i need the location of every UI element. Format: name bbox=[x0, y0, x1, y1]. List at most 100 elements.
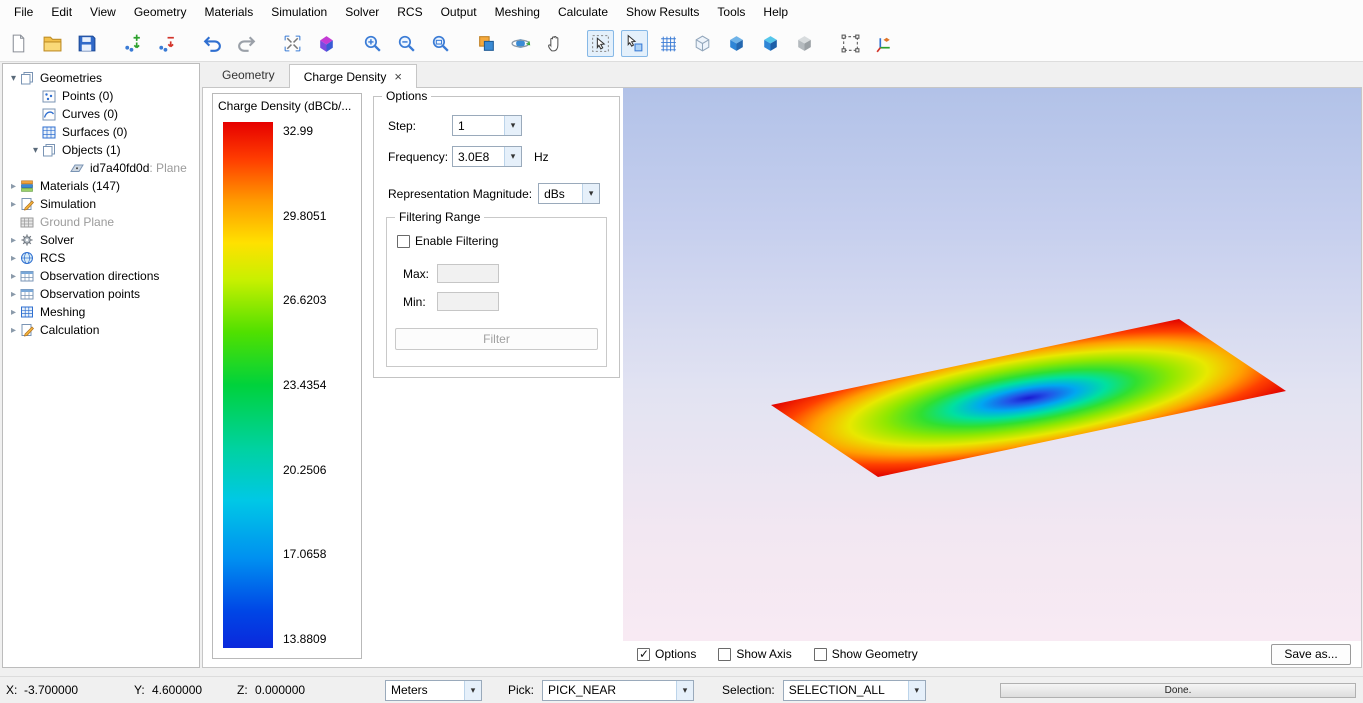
select-objects-icon[interactable] bbox=[621, 30, 648, 57]
open-folder-icon[interactable] bbox=[39, 30, 66, 57]
selection-select[interactable]: SELECTION_ALL bbox=[783, 680, 926, 701]
enable-filtering-checkbox[interactable]: Enable Filtering bbox=[397, 234, 498, 248]
flat-cube-icon[interactable] bbox=[791, 30, 818, 57]
chevron-down-icon bbox=[504, 116, 521, 135]
show-geometry-checkbox[interactable]: Show Geometry bbox=[814, 647, 918, 661]
tree-label: Geometries bbox=[40, 69, 102, 87]
3d-viewport[interactable] bbox=[623, 88, 1361, 641]
chevron-collapsed-icon[interactable] bbox=[7, 325, 20, 336]
chevron-collapsed-icon[interactable] bbox=[7, 289, 20, 300]
tree-item-geometries[interactable]: Geometries bbox=[3, 69, 199, 87]
chevron-expanded-icon[interactable] bbox=[29, 145, 42, 156]
tab-charge-density[interactable]: Charge Density × bbox=[289, 64, 417, 88]
orbit-icon[interactable] bbox=[507, 30, 534, 57]
menu-calculate[interactable]: Calculate bbox=[549, 0, 617, 25]
menu-file[interactable]: File bbox=[5, 0, 42, 25]
pick-value: PICK_NEAR bbox=[543, 683, 676, 697]
filter-button: Filter bbox=[395, 328, 598, 350]
save-as-button[interactable]: Save as... bbox=[1271, 644, 1351, 665]
selection-box-icon[interactable] bbox=[837, 30, 864, 57]
tab-geometry[interactable]: Geometry bbox=[208, 63, 289, 87]
tree-label: Meshing bbox=[40, 303, 85, 321]
surfaces-icon bbox=[42, 125, 58, 139]
menu-materials[interactable]: Materials bbox=[196, 0, 263, 25]
chevron-collapsed-icon[interactable] bbox=[7, 235, 20, 246]
save-icon[interactable] bbox=[73, 30, 100, 57]
tree-item-objects[interactable]: Objects (1) bbox=[3, 141, 199, 159]
tree-item-solver[interactable]: Solver bbox=[3, 231, 199, 249]
y-coordinate-label: Y: bbox=[134, 683, 148, 697]
tree-item-plane-object[interactable]: id7a40fd0d : Plane bbox=[3, 159, 199, 177]
remove-points-icon[interactable] bbox=[153, 30, 180, 57]
charge-density-plane bbox=[771, 319, 1286, 477]
tree-item-materials[interactable]: Materials (147) bbox=[3, 177, 199, 195]
frequency-unit: Hz bbox=[534, 150, 549, 164]
x-coordinate-value: -3.700000 bbox=[24, 683, 134, 697]
fit-view-icon[interactable] bbox=[279, 30, 306, 57]
zoom-window-icon[interactable] bbox=[427, 30, 454, 57]
options-panel-title: Options bbox=[382, 89, 431, 103]
menu-show-results[interactable]: Show Results bbox=[617, 0, 708, 25]
chevron-expanded-icon[interactable] bbox=[7, 73, 20, 84]
grid-icon[interactable] bbox=[655, 30, 682, 57]
menu-meshing[interactable]: Meshing bbox=[486, 0, 549, 25]
chevron-collapsed-icon[interactable] bbox=[7, 271, 20, 282]
charge-density-view: Charge Density (dBCb/... 32.99 29.8051 2… bbox=[202, 87, 1362, 668]
menu-rcs[interactable]: RCS bbox=[388, 0, 431, 25]
menu-tools[interactable]: Tools bbox=[708, 0, 754, 25]
menu-output[interactable]: Output bbox=[432, 0, 486, 25]
tree-label: Objects (1) bbox=[62, 141, 121, 159]
tree-item-rcs[interactable]: RCS bbox=[3, 249, 199, 267]
checkbox-icon bbox=[814, 648, 827, 661]
menu-geometry[interactable]: Geometry bbox=[125, 0, 196, 25]
tree-item-observation-points[interactable]: Observation points bbox=[3, 285, 199, 303]
zoom-out-icon[interactable] bbox=[393, 30, 420, 57]
tree-item-surfaces[interactable]: Surfaces (0) bbox=[3, 123, 199, 141]
menu-edit[interactable]: Edit bbox=[42, 0, 81, 25]
menu-help[interactable]: Help bbox=[754, 0, 797, 25]
project-tree-panel: Geometries Points (0) Curves (0) Surface… bbox=[2, 63, 200, 668]
chevron-down-icon bbox=[582, 184, 599, 203]
tree-item-points[interactable]: Points (0) bbox=[3, 87, 199, 105]
filtering-range-group: Filtering Range Enable Filtering Max: Mi… bbox=[386, 217, 607, 367]
min-row: Min: bbox=[403, 292, 598, 311]
representation-label: Representation Magnitude: bbox=[388, 187, 532, 201]
step-select[interactable]: 1 bbox=[452, 115, 522, 136]
add-points-icon[interactable] bbox=[119, 30, 146, 57]
frequency-select[interactable]: 3.0E8 bbox=[452, 146, 522, 167]
chevron-collapsed-icon[interactable] bbox=[7, 253, 20, 264]
menu-solver[interactable]: Solver bbox=[336, 0, 388, 25]
overlap-squares-icon[interactable] bbox=[473, 30, 500, 57]
wireframe-cube-icon[interactable] bbox=[689, 30, 716, 57]
tree-item-observation-directions[interactable]: Observation directions bbox=[3, 267, 199, 285]
axes-icon[interactable] bbox=[871, 30, 898, 57]
undo-icon[interactable] bbox=[199, 30, 226, 57]
tree-item-simulation[interactable]: Simulation bbox=[3, 195, 199, 213]
menu-view[interactable]: View bbox=[81, 0, 125, 25]
chevron-collapsed-icon[interactable] bbox=[7, 181, 20, 192]
chevron-collapsed-icon[interactable] bbox=[7, 199, 20, 210]
pan-icon[interactable] bbox=[541, 30, 568, 57]
options-checkbox[interactable]: Options bbox=[637, 647, 696, 661]
tree-item-curves[interactable]: Curves (0) bbox=[3, 105, 199, 123]
solid-cube-icon[interactable] bbox=[723, 30, 750, 57]
new-file-icon[interactable] bbox=[5, 30, 32, 57]
menu-simulation[interactable]: Simulation bbox=[262, 0, 336, 25]
select-region-icon[interactable] bbox=[587, 30, 614, 57]
view-cube-icon[interactable] bbox=[313, 30, 340, 57]
rcs-icon bbox=[20, 251, 36, 265]
representation-select[interactable]: dBs bbox=[538, 183, 600, 204]
tree-item-meshing[interactable]: Meshing bbox=[3, 303, 199, 321]
redo-icon[interactable] bbox=[233, 30, 260, 57]
tree-item-ground-plane[interactable]: Ground Plane bbox=[3, 213, 199, 231]
zoom-in-icon[interactable] bbox=[359, 30, 386, 57]
representation-row: Representation Magnitude: dBs bbox=[388, 183, 611, 204]
frequency-value: 3.0E8 bbox=[453, 150, 504, 164]
tab-close-icon[interactable]: × bbox=[394, 70, 402, 83]
tree-item-calculation[interactable]: Calculation bbox=[3, 321, 199, 339]
pick-select[interactable]: PICK_NEAR bbox=[542, 680, 694, 701]
units-select[interactable]: Meters bbox=[385, 680, 482, 701]
shaded-cube-icon[interactable] bbox=[757, 30, 784, 57]
chevron-collapsed-icon[interactable] bbox=[7, 307, 20, 318]
show-axis-checkbox[interactable]: Show Axis bbox=[718, 647, 791, 661]
